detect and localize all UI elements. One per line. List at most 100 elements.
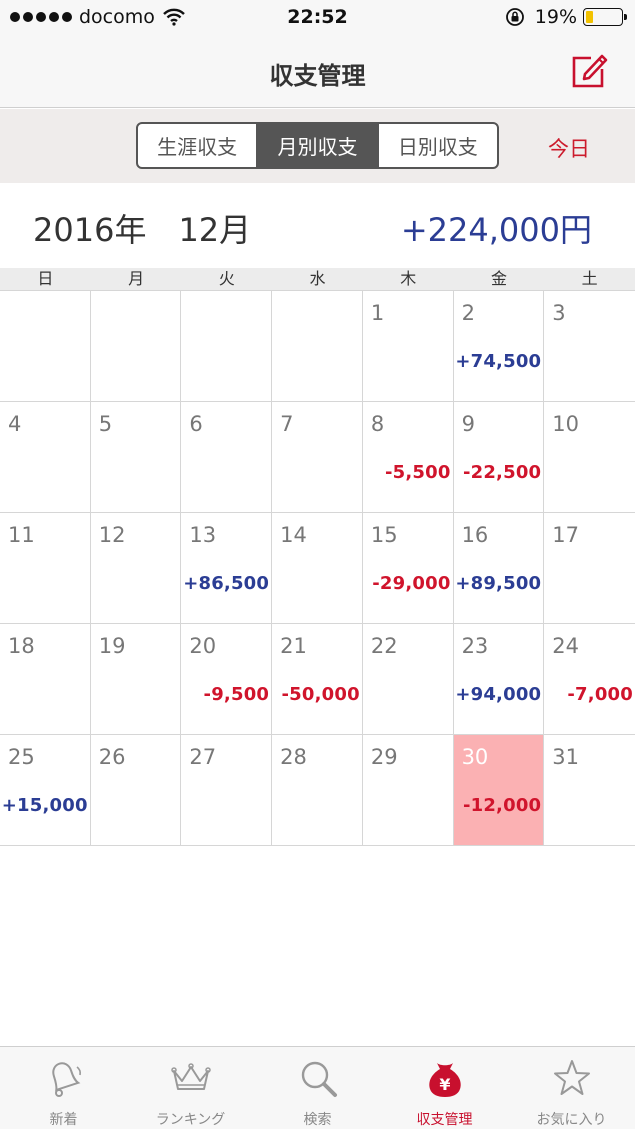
calendar-day-9[interactable]: 9 -22,500 xyxy=(453,402,545,513)
day-number: 18 xyxy=(8,634,35,658)
today-button[interactable]: 今日 xyxy=(548,133,590,163)
day-amount: -50,000 xyxy=(281,684,360,705)
calendar-day-16[interactable]: 16 +89,500 xyxy=(453,513,545,624)
segment-monthly[interactable]: 月別収支 xyxy=(258,124,379,167)
calendar-day-5[interactable]: 5 xyxy=(90,402,182,513)
day-number: 15 xyxy=(370,523,398,547)
day-number: 12 xyxy=(98,523,126,547)
weekday-fri: 金 xyxy=(490,269,507,288)
day-number: 11 xyxy=(8,523,35,547)
calendar-day-28[interactable]: 28 xyxy=(272,735,363,846)
page-title: 収支管理 xyxy=(269,62,366,90)
day-number: 6 xyxy=(189,412,203,436)
day-amount: -22,500 xyxy=(462,462,542,483)
calendar-day-8[interactable]: 8 -5,500 xyxy=(362,402,454,513)
day-amount: -12,000 xyxy=(462,795,542,816)
calendar-day-11[interactable]: 11 xyxy=(0,513,91,624)
calendar-day-20[interactable]: 20 -9,500 xyxy=(181,624,273,735)
tab-label-search: 検索 xyxy=(303,1112,332,1128)
month-total: +224,000円 xyxy=(400,211,592,249)
day-number: 13 xyxy=(189,523,217,547)
day-amount: +86,500 xyxy=(183,573,270,594)
day-number: 25 xyxy=(8,745,35,769)
day-number: 4 xyxy=(8,412,22,436)
day-number: 5 xyxy=(98,412,113,436)
weekday-mon: 月 xyxy=(128,269,145,288)
day-number: 20 xyxy=(189,634,217,658)
calendar-day-19[interactable]: 19 xyxy=(90,624,182,735)
day-amount: -5,500 xyxy=(384,462,451,483)
calendar-day-13[interactable]: 13 +86,500 xyxy=(181,513,273,624)
segmented-control: 生涯収支 月別収支 日別収支 xyxy=(136,122,499,169)
calendar-day-22[interactable]: 22 xyxy=(362,624,454,735)
day-number: 9 xyxy=(461,412,475,436)
tab-label-favorites: お気に入り xyxy=(536,1112,607,1128)
tab-search[interactable]: 検索 xyxy=(254,1047,381,1129)
day-number: 17 xyxy=(552,523,580,547)
day-number: 27 xyxy=(189,745,217,769)
calendar-day-2[interactable]: 2 +74,500 xyxy=(453,291,545,402)
month-label[interactable]: 2016年 12月 xyxy=(33,205,251,251)
svg-text:¥: ¥ xyxy=(439,1075,450,1094)
calendar-day-25[interactable]: 25 +15,000 xyxy=(0,735,91,846)
calendar-day-4[interactable]: 4 xyxy=(0,402,91,513)
tab-bar: 新着 ランキング 検索 ¥ 収支管理 お気に入り xyxy=(0,1046,635,1129)
calendar-day-1[interactable]: 1 xyxy=(362,291,454,402)
calendar-day-31[interactable]: 31 xyxy=(544,735,635,846)
day-amount: -7,000 xyxy=(567,684,633,705)
day-number: 1 xyxy=(370,301,385,325)
battery-percent: 19% xyxy=(534,6,577,28)
calendar-empty-cell xyxy=(181,291,273,402)
calendar-day-17[interactable]: 17 xyxy=(544,513,635,624)
day-number: 26 xyxy=(98,745,126,769)
day-number: 16 xyxy=(461,523,489,547)
weekday-wed: 水 xyxy=(309,269,326,288)
segment-daily[interactable]: 日別収支 xyxy=(379,124,497,167)
calendar-day-30[interactable]: 30 -12,000 xyxy=(453,735,545,846)
month-header: 2016年 12月 +224,000円 xyxy=(0,183,635,268)
calendar-day-27[interactable]: 27 xyxy=(181,735,273,846)
calendar-day-23[interactable]: 23 +94,000 xyxy=(453,624,545,735)
day-number: 21 xyxy=(280,634,307,658)
nav-bar: 収支管理 xyxy=(0,36,635,108)
day-number: 8 xyxy=(370,412,385,436)
calendar-empty-cell xyxy=(90,291,182,402)
weekday-sun: 日 xyxy=(37,269,54,288)
calendar-day-15[interactable]: 15 -29,000 xyxy=(362,513,454,624)
status-bar: docomo 22:52 19% xyxy=(0,0,635,36)
battery-area: 19% xyxy=(505,6,627,28)
day-number: 2 xyxy=(461,301,475,325)
weekday-thu: 木 xyxy=(400,269,417,288)
weekday-row: 日 月 火 水 木 金 土 xyxy=(0,268,635,290)
calendar-day-14[interactable]: 14 xyxy=(272,513,363,624)
edit-icon[interactable] xyxy=(569,50,609,90)
day-amount: -9,500 xyxy=(203,684,270,705)
calendar-day-10[interactable]: 10 xyxy=(544,402,635,513)
calendar-day-21[interactable]: 21 -50,000 xyxy=(272,624,363,735)
tab-new[interactable]: 新着 xyxy=(0,1047,127,1129)
calendar-day-6[interactable]: 6 xyxy=(181,402,273,513)
tab-favorites[interactable]: お気に入り xyxy=(508,1047,635,1129)
calendar-day-3[interactable]: 3 xyxy=(544,291,635,402)
tab-balance[interactable]: ¥ 収支管理 xyxy=(381,1047,508,1129)
calendar-day-26[interactable]: 26 xyxy=(90,735,182,846)
yen-bag-icon: ¥ xyxy=(428,1063,461,1097)
day-number: 19 xyxy=(98,634,126,658)
calendar-day-29[interactable]: 29 xyxy=(362,735,454,846)
rotation-lock-icon xyxy=(505,8,524,26)
calendar-day-18[interactable]: 18 xyxy=(0,624,91,735)
segment-lifetime[interactable]: 生涯収支 xyxy=(138,124,259,167)
day-number: 3 xyxy=(552,301,566,325)
calendar-day-24[interactable]: 24 -7,000 xyxy=(544,624,635,735)
day-amount: +94,000 xyxy=(455,684,542,705)
tab-label-balance: 収支管理 xyxy=(416,1112,473,1128)
star-icon xyxy=(553,1060,590,1095)
day-number: 24 xyxy=(552,634,580,658)
calendar-day-7[interactable]: 7 xyxy=(272,402,363,513)
day-number: 30 xyxy=(461,745,489,769)
tab-ranking[interactable]: ランキング xyxy=(127,1047,254,1129)
day-number: 10 xyxy=(552,412,580,436)
calendar-grid: 1 2 +74,500 3 4 5 6 7 8 -5,500 9 -22,500 10 11 12 13 +86… xyxy=(0,290,635,846)
day-amount: -29,000 xyxy=(372,573,451,594)
calendar-day-12[interactable]: 12 xyxy=(90,513,182,624)
